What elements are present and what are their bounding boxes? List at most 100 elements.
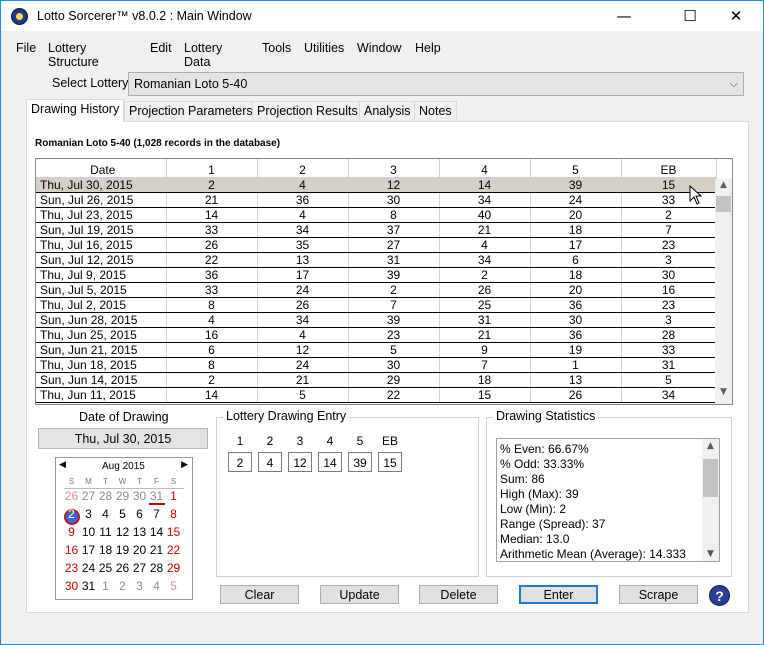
table-row[interactable]: Sun, Jul 12, 2015 22 13 31 34 6 3 <box>36 252 717 268</box>
table-row[interactable]: Sun, Jul 5, 2015 33 24 2 26 20 16 <box>36 282 717 298</box>
table-row[interactable]: Thu, Jun 18, 2015 8 24 30 7 1 31 <box>36 357 717 373</box>
drawing-statistics-list[interactable]: % Even: 66.67%% Odd: 33.33% Sum: 86 High (… <box>496 438 720 562</box>
table-row[interactable]: Sun, Jul 19, 2015 33 34 37 21 18 7 <box>36 222 717 238</box>
scroll-down-icon[interactable]: ▼ <box>702 549 719 559</box>
menu-tools[interactable]: Tools <box>262 41 291 55</box>
tab-projection-results[interactable]: Projection Results <box>252 101 363 121</box>
calendar-day[interactable]: 2 <box>63 507 80 521</box>
menu-edit[interactable]: Edit <box>150 41 172 55</box>
scrape-button[interactable]: Scrape <box>619 585 698 604</box>
calendar-day[interactable]: 27 <box>131 561 148 575</box>
tab-notes[interactable]: Notes <box>414 101 457 121</box>
column-header-5[interactable]: 5 <box>530 159 622 178</box>
tab-drawing-history[interactable]: Drawing History <box>26 99 125 122</box>
calendar-day[interactable]: 31 <box>80 579 97 593</box>
table-row[interactable]: Thu, Jun 25, 2015 16 4 23 21 36 28 <box>36 327 717 343</box>
update-button[interactable]: Update <box>320 585 399 604</box>
menu-lottery-structure[interactable]: Lottery Structure <box>48 41 99 69</box>
help-icon[interactable]: ? <box>709 585 730 606</box>
scroll-thumb[interactable] <box>716 196 731 212</box>
column-header-1[interactable]: 1 <box>166 159 258 178</box>
calendar-day[interactable]: 15 <box>165 525 182 539</box>
menu-utilities[interactable]: Utilities <box>304 41 344 55</box>
column-header-eb[interactable]: EB <box>621 159 717 178</box>
next-month-icon[interactable]: ▶ <box>181 460 188 470</box>
tab-projection-parameters[interactable]: Projection Parameters <box>124 101 258 121</box>
stats-scrollbar[interactable]: ▲ ▼ <box>702 439 719 561</box>
entry-field-5[interactable]: 39 <box>348 452 372 472</box>
close-button[interactable]: ✕ <box>713 1 759 31</box>
lottery-select[interactable]: Romanian Loto 5-40 ⌵ <box>128 72 744 96</box>
table-row[interactable]: Sun, Jun 28, 2015 4 34 39 31 30 3 <box>36 312 717 328</box>
scroll-thumb[interactable] <box>703 459 718 497</box>
tab-analysis[interactable]: Analysis <box>359 101 416 121</box>
table-row[interactable]: Sun, Jun 21, 2015 6 12 5 9 19 33 <box>36 342 717 358</box>
calendar-day[interactable]: 16 <box>63 543 80 557</box>
calendar-day[interactable]: 23 <box>63 561 80 575</box>
title-bar[interactable]: Lotto Sorcerer™ v8.0.2 : Main Window — ☐… <box>1 1 763 31</box>
calendar-day[interactable]: 13 <box>131 525 148 539</box>
calendar-day[interactable]: 3 <box>80 507 97 521</box>
calendar-day[interactable]: 31 <box>148 489 165 503</box>
calendar-day[interactable]: 2 <box>114 579 131 593</box>
scroll-up-icon[interactable]: ▲ <box>715 180 732 196</box>
calendar-day[interactable]: 19 <box>114 543 131 557</box>
menu-lottery-data[interactable]: Lottery Data <box>184 41 222 69</box>
calendar-day[interactable]: 3 <box>131 579 148 593</box>
column-header-4[interactable]: 4 <box>439 159 531 178</box>
calendar-day[interactable]: 9 <box>63 525 80 539</box>
prev-month-icon[interactable]: ◀ <box>59 460 66 470</box>
maximize-button[interactable]: ☐ <box>667 1 713 31</box>
calendar-day[interactable]: 26 <box>114 561 131 575</box>
clear-button[interactable]: Clear <box>220 585 299 604</box>
enter-button[interactable]: Enter <box>519 585 598 604</box>
entry-field-2[interactable]: 4 <box>258 452 282 472</box>
calendar-day[interactable]: 17 <box>80 543 97 557</box>
calendar-day[interactable]: 25 <box>97 561 114 575</box>
calendar-day[interactable]: 1 <box>97 579 114 593</box>
table-row[interactable]: Thu, Jul 16, 2015 26 35 27 4 17 23 <box>36 237 717 253</box>
calendar-day[interactable]: 14 <box>148 525 165 539</box>
calendar-day[interactable]: 11 <box>97 525 114 539</box>
calendar-day[interactable]: 24 <box>80 561 97 575</box>
calendar-day[interactable]: 27 <box>80 489 97 503</box>
menu-window[interactable]: Window <box>357 41 401 55</box>
menu-file[interactable]: File <box>16 41 36 55</box>
scroll-down-icon[interactable]: ▼ <box>715 387 732 403</box>
calendar-day[interactable]: 22 <box>165 543 182 557</box>
calendar-day[interactable]: 21 <box>148 543 165 557</box>
table-row[interactable]: Thu, Jul 2, 2015 8 26 7 25 36 23 <box>36 297 717 313</box>
table-row[interactable]: Sun, Jun 14, 2015 2 21 29 18 13 5 <box>36 372 717 388</box>
calendar-day[interactable]: 7 <box>148 507 165 521</box>
calendar[interactable]: ◀ Aug 2015 ▶ SMTWTFS 26 27 28 29 30 31 1 2 3 4 5 6 7… <box>55 457 193 600</box>
calendar-day[interactable]: 30 <box>63 579 80 593</box>
entry-field-eb[interactable]: 15 <box>378 452 402 472</box>
calendar-day[interactable]: 10 <box>80 525 97 539</box>
calendar-day[interactable]: 8 <box>165 507 182 521</box>
column-header-2[interactable]: 2 <box>257 159 349 178</box>
grid-scrollbar[interactable]: ▲ ▼ <box>715 179 732 404</box>
entry-field-1[interactable]: 2 <box>228 452 252 472</box>
calendar-day[interactable]: 26 <box>63 489 80 503</box>
entry-field-4[interactable]: 14 <box>318 452 342 472</box>
calendar-day[interactable]: 29 <box>165 561 182 575</box>
entry-field-3[interactable]: 12 <box>288 452 312 472</box>
calendar-day[interactable]: 28 <box>148 561 165 575</box>
column-header-3[interactable]: 3 <box>348 159 440 178</box>
calendar-day[interactable]: 30 <box>131 489 148 503</box>
calendar-day[interactable]: 5 <box>114 507 131 521</box>
table-row[interactable]: Thu, Jul 9, 2015 36 17 39 2 18 30 <box>36 267 717 283</box>
calendar-day[interactable]: 6 <box>131 507 148 521</box>
delete-button[interactable]: Delete <box>419 585 498 604</box>
calendar-day[interactable]: 12 <box>114 525 131 539</box>
calendar-day[interactable]: 4 <box>97 507 114 521</box>
table-row[interactable]: Thu, Jul 23, 2015 14 4 8 40 20 2 <box>36 207 717 223</box>
column-header-date[interactable]: Date <box>36 159 167 178</box>
menu-help[interactable]: Help <box>415 41 441 55</box>
minimize-button[interactable]: — <box>601 1 647 31</box>
table-row[interactable]: Sun, Jul 26, 2015 21 36 30 34 24 33 <box>36 192 717 208</box>
calendar-day[interactable]: 1 <box>165 489 182 503</box>
drawing-history-grid[interactable]: Date 1 2 3 4 5 EB Thu, Jul 30, 2015 2 4 12 1… <box>35 158 733 405</box>
table-row[interactable]: Thu, Jul 30, 2015 2 4 12 14 39 15 <box>36 177 717 193</box>
scroll-up-icon[interactable]: ▲ <box>702 441 719 451</box>
